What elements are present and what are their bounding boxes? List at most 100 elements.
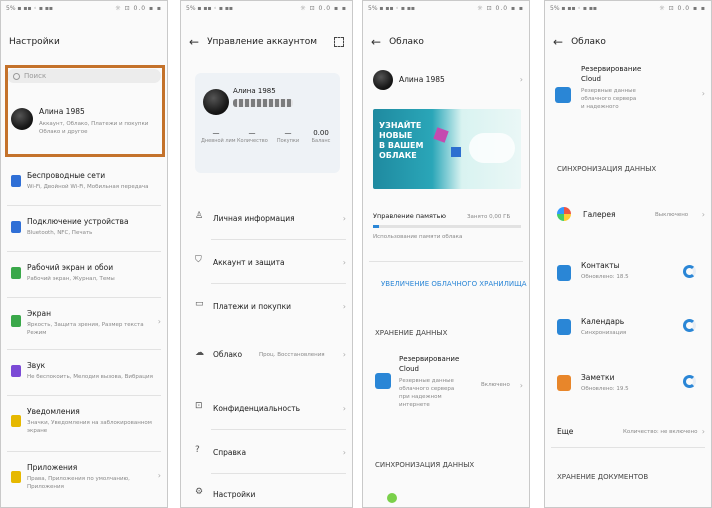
more-row[interactable]: Еще Количество: не включено › bbox=[545, 423, 711, 441]
titlebar: ← Облако bbox=[363, 31, 529, 53]
storage-row[interactable]: Управление памятью Занято 0,00 ГБ Исполь… bbox=[363, 209, 529, 240]
divider bbox=[211, 429, 346, 430]
backup-row[interactable]: Резервирование Cloud Резервные данные об… bbox=[363, 351, 529, 421]
status-left: 5% ▪ ▪▪ ◦ ▪ ▪▪ bbox=[186, 5, 233, 12]
list-item[interactable]: Подключение устройства Bluetooth, NFC, П… bbox=[1, 215, 167, 245]
divider bbox=[551, 447, 705, 448]
status-left: 5% ▪ ▪▪ ◦ ▪ ▪▪ bbox=[550, 5, 597, 12]
list-item-sub: Wi-Fi, Двойной Wi-Fi, Мобильная передача bbox=[27, 184, 149, 190]
backup-desc: Резервные данные bbox=[581, 88, 636, 94]
chevron-right-icon: › bbox=[519, 75, 523, 84]
cloud-screen: 5% ▪ ▪▪ ◦ ▪ ▪▪ ☼ ⊡ 0.0 ▪ ▪ ← Облако Алин… bbox=[362, 0, 530, 508]
gallery-label: Галерея bbox=[583, 210, 616, 219]
home-screen-icon bbox=[11, 267, 21, 279]
page-title: Настройки bbox=[9, 37, 60, 47]
back-arrow-icon[interactable]: ← bbox=[371, 35, 381, 49]
list-item-title: Приложения bbox=[27, 463, 78, 472]
cloud-user-row[interactable]: Алина 1985 › bbox=[363, 67, 529, 93]
notes-toggle[interactable] bbox=[683, 375, 696, 388]
status-bar: 5% ▪ ▪▪ ◦ ▪ ▪▪ ☼ ⊡ 0.0 ▪ ▪ bbox=[363, 1, 529, 17]
shield-icon: ⛉ bbox=[195, 255, 202, 265]
list-item-sub: Не беспокоить, Мелодия вызова, Вибрация bbox=[27, 374, 153, 380]
titlebar: ← Управление аккаунтом bbox=[181, 31, 352, 53]
list-item-sub: Значки, Уведомления на заблокированном bbox=[27, 420, 152, 426]
upgrade-storage-link[interactable]: УВЕЛИЧЕНИЕ ОБЛАЧНОГО ХРАНИЛИЩА bbox=[381, 280, 527, 288]
section-header: СИНХРОНИЗАЦИЯ ДАННЫХ bbox=[557, 165, 657, 173]
calendar-row[interactable]: Календарь Синхронизация bbox=[545, 311, 711, 345]
status-bar: 5% ▪ ▪▪ ◦ ▪ ▪▪ ☼ ⊡ 0.0 ▪ ▪ bbox=[1, 1, 167, 17]
divider bbox=[211, 283, 346, 284]
status-bar: 5% ▪ ▪▪ ◦ ▪ ▪▪ ☼ ⊡ 0.0 ▪ ▪ bbox=[181, 1, 352, 17]
profile-card: Алина 1985 — Дневной лим — Количество — … bbox=[195, 73, 340, 173]
status-right: ☼ ⊡ 0.0 ▪ ▪ bbox=[477, 5, 524, 12]
list-item[interactable]: Экран Яркость, Защита зрения, Размер тек… bbox=[1, 307, 167, 343]
bell-icon bbox=[11, 415, 21, 427]
list-item-sub: Рабочий экран, Журнал, Темы bbox=[27, 276, 115, 282]
menu-item-help[interactable]: ? Справка › bbox=[181, 443, 352, 465]
list-item-sub: Права, Приложения по умолчанию, bbox=[27, 476, 130, 482]
avatar[interactable] bbox=[203, 89, 229, 115]
menu-item-cloud[interactable]: ☁ Облако Проц. Восстановления › bbox=[181, 341, 352, 371]
titlebar: ← Облако bbox=[545, 31, 711, 53]
backup-title: Резервирование bbox=[581, 65, 642, 73]
verification-badge bbox=[233, 99, 293, 107]
cloud-user-name: Алина 1985 bbox=[399, 75, 445, 84]
status-bar: 5% ▪ ▪▪ ◦ ▪ ▪▪ ☼ ⊡ 0.0 ▪ ▪ bbox=[545, 1, 711, 17]
list-item[interactable]: Уведомления Значки, Уведомления на забло… bbox=[1, 405, 167, 445]
divider bbox=[7, 251, 161, 252]
section-header: ХРАНЕНИЕ ДОКУМЕНТОВ bbox=[557, 473, 649, 481]
menu-item-settings[interactable]: ⚙ Настройки bbox=[181, 485, 352, 507]
chevron-right-icon: › bbox=[701, 427, 705, 436]
storage-sub: Использование памяти облака bbox=[373, 234, 463, 240]
list-item[interactable]: Рабочий экран и обои Рабочий экран, Журн… bbox=[1, 261, 167, 291]
stat: — Количество bbox=[237, 129, 268, 144]
notes-icon bbox=[557, 375, 571, 391]
scan-icon[interactable] bbox=[334, 37, 344, 47]
chevron-right-icon: › bbox=[342, 258, 346, 267]
menu-item-payments[interactable]: ▭ Платежи и покупки › bbox=[181, 297, 352, 319]
divider bbox=[7, 297, 161, 298]
titlebar: Настройки bbox=[1, 31, 167, 53]
calendar-toggle[interactable] bbox=[683, 319, 696, 332]
divider bbox=[7, 205, 161, 206]
backup-desc: облачного сервера bbox=[581, 96, 637, 102]
cloud-sync-screen: 5% ▪ ▪▪ ◦ ▪ ▪▪ ☼ ⊡ 0.0 ▪ ▪ ← Облако Резе… bbox=[544, 0, 712, 508]
backup-icon bbox=[375, 373, 391, 389]
list-item-title: Звук bbox=[27, 361, 46, 370]
menu-item-privacy[interactable]: ⊡ Конфиденциальность › bbox=[181, 399, 352, 421]
calendar-icon bbox=[557, 319, 571, 335]
list-item[interactable]: Беспроводные сети Wi-Fi, Двойной Wi-Fi, … bbox=[1, 169, 167, 199]
stat: — Дневной лим bbox=[201, 129, 236, 144]
list-item-sub2: Режим bbox=[27, 330, 47, 336]
backup-row[interactable]: Резервирование Cloud Резервные данные об… bbox=[545, 59, 711, 121]
promo-banner[interactable]: УЗНАЙТЕ НОВЫЕ В ВАШЕМ ОБЛАКЕ bbox=[373, 109, 521, 189]
account-management-screen: 5% ▪ ▪▪ ◦ ▪ ▪▪ ☼ ⊡ 0.0 ▪ ▪ ← Управление … bbox=[180, 0, 353, 508]
divider bbox=[7, 451, 161, 452]
divider bbox=[7, 395, 161, 396]
backup-desc: и надежного bbox=[581, 104, 619, 110]
chevron-right-icon: › bbox=[342, 302, 346, 311]
divider bbox=[211, 239, 346, 240]
list-item-sub: Bluetooth, NFC, Печать bbox=[27, 230, 93, 236]
banner-text: УЗНАЙТЕ НОВЫЕ В ВАШЕМ ОБЛАКЕ bbox=[379, 121, 424, 160]
back-arrow-icon[interactable]: ← bbox=[189, 35, 199, 49]
list-item[interactable]: Звук Не беспокоить, Мелодия вызова, Вибр… bbox=[1, 359, 167, 389]
section-header: СИНХРОНИЗАЦИЯ ДАННЫХ bbox=[375, 461, 475, 469]
gallery-row[interactable]: Галерея Выключено › bbox=[545, 203, 711, 227]
backup-status: Включено bbox=[481, 382, 510, 388]
divider bbox=[7, 349, 161, 350]
back-arrow-icon[interactable]: ← bbox=[553, 35, 563, 49]
notes-row[interactable]: Заметки Обновлено: 19.5 bbox=[545, 369, 711, 403]
status-right: ☼ ⊡ 0.0 ▪ ▪ bbox=[300, 5, 347, 12]
menu-item-personal[interactable]: ♙ Личная информация › bbox=[181, 209, 352, 231]
contacts-row[interactable]: Контакты Обновлено: 18.5 bbox=[545, 253, 711, 299]
status-left: 5% ▪ ▪▪ ◦ ▪ ▪▪ bbox=[6, 5, 53, 12]
menu-item-security[interactable]: ⛉ Аккаунт и защита › bbox=[181, 253, 352, 275]
list-item[interactable]: Приложения Права, Приложения по умолчани… bbox=[1, 461, 167, 501]
wifi-icon bbox=[11, 175, 21, 187]
status-left: 5% ▪ ▪▪ ◦ ▪ ▪▪ bbox=[368, 5, 415, 12]
backup-desc: интернете bbox=[399, 402, 430, 408]
banner-illustration bbox=[433, 127, 449, 143]
cloud-icon: ☁ bbox=[195, 348, 204, 358]
contacts-toggle[interactable] bbox=[683, 265, 696, 278]
